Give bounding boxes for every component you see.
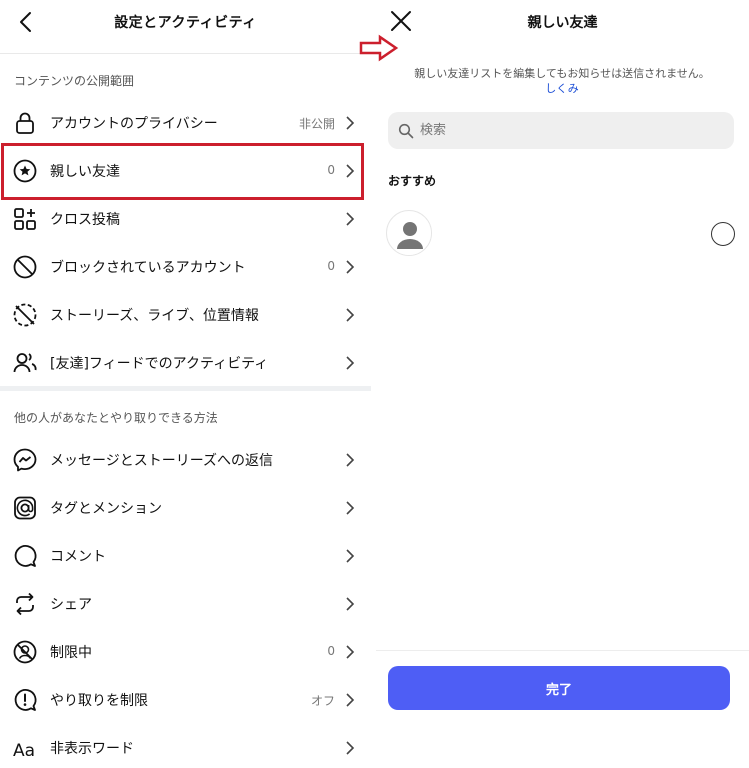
chevron-right-icon (346, 597, 355, 611)
settings-item-label: 制限中 (50, 645, 92, 661)
limit-icon (14, 689, 37, 711)
suggested-user-row[interactable] (376, 206, 749, 262)
close-friends-panel: 親しい友達 親しい友達リストを編集してもお知らせは送信されません。しくみ おすす… (376, 0, 749, 768)
settings-item-label: コメント (50, 549, 106, 565)
chevron-right-icon (346, 453, 355, 467)
settings-item-hidden-words[interactable]: Aa 非表示ワード (0, 724, 371, 768)
chevron-right-icon (346, 356, 355, 370)
messenger-icon (13, 448, 37, 472)
cross-post-icon (14, 208, 36, 230)
done-button[interactable]: 完了 (388, 666, 730, 710)
story-hide-icon (13, 303, 37, 327)
settings-item-cross-posting[interactable]: クロス投稿 (0, 195, 371, 243)
restrict-icon (13, 640, 37, 664)
arrow-right-icon (359, 34, 399, 62)
settings-header: 設定とアクティビティ (0, 0, 371, 44)
avatar (386, 210, 432, 256)
lock-icon (16, 112, 34, 134)
chevron-right-icon (346, 693, 355, 707)
settings-item-value: 0 (327, 644, 335, 658)
settings-item-label: アカウントのプライバシー (50, 116, 218, 132)
share-icon (16, 592, 34, 616)
chevron-right-icon (346, 501, 355, 515)
settings-item-label: ストーリーズ、ライブ、位置情報 (50, 308, 259, 324)
header-divider (0, 53, 371, 54)
settings-item-restricted[interactable]: 制限中 0 (0, 628, 371, 676)
settings-item-value: 0 (327, 163, 335, 177)
notice-text: 親しい友達リストを編集してもお知らせは送信されません。しくみ (412, 66, 712, 96)
settings-item-label: ブロックされているアカウント (50, 260, 246, 276)
chevron-right-icon (346, 164, 355, 178)
friends-icon (13, 353, 37, 373)
default-avatar-icon (388, 212, 431, 255)
settings-item-account-privacy[interactable]: アカウントのプライバシー 非公開 (0, 99, 371, 147)
settings-item-messages-story-replies[interactable]: メッセージとストーリーズへの返信 (0, 436, 371, 484)
block-icon (13, 255, 37, 279)
section-divider (0, 386, 371, 391)
chevron-right-icon (346, 308, 355, 322)
suggested-header: おすすめ (388, 174, 437, 188)
svg-text:Aa: Aa (13, 741, 35, 761)
bottom-divider (376, 650, 749, 651)
settings-panel: 設定とアクティビティ コンテンツの公開範囲 アカウントのプライバシー 非公開 親… (0, 0, 371, 768)
chevron-right-icon (346, 549, 355, 563)
settings-item-tags-mentions[interactable]: タグとメンション (0, 484, 371, 532)
select-radio[interactable] (711, 222, 735, 246)
chevron-right-icon (346, 260, 355, 274)
chevron-right-icon (346, 212, 355, 226)
settings-item-friends-feed-activity[interactable]: [友達]フィードでのアクティビティ (0, 339, 371, 387)
section-header-interactions: 他の人があなたとやり取りできる方法 (14, 411, 218, 425)
search-input[interactable] (420, 118, 720, 143)
page-title: 設定とアクティビティ (114, 15, 257, 31)
section-header-content-visibility: コンテンツの公開範囲 (14, 74, 135, 88)
chevron-right-icon (346, 645, 355, 659)
settings-item-value: 非公開 (298, 117, 335, 131)
settings-item-label: やり取りを制限 (50, 693, 148, 709)
settings-item-sharing[interactable]: シェア (0, 580, 371, 628)
settings-item-comments[interactable]: コメント (0, 532, 371, 580)
settings-item-label: クロス投稿 (50, 212, 120, 228)
search-bar[interactable] (388, 112, 734, 149)
page-title: 親しい友達 (527, 15, 598, 31)
star-circle-icon (13, 159, 37, 183)
chevron-right-icon (346, 741, 355, 755)
settings-item-value: オフ (310, 694, 335, 708)
settings-item-blocked-accounts[interactable]: ブロックされているアカウント 0 (0, 243, 371, 291)
notice-body: 親しい友達リストを編集してもお知らせは送信されません。 (414, 67, 710, 80)
settings-item-limit-interactions[interactable]: やり取りを制限 オフ (0, 676, 371, 724)
settings-item-label: 親しい友達 (50, 164, 120, 180)
search-icon (398, 123, 414, 139)
how-it-works-link[interactable]: しくみ (545, 82, 578, 95)
settings-item-label: シェア (50, 597, 92, 613)
settings-item-value: 0 (327, 259, 335, 273)
settings-item-label: [友達]フィードでのアクティビティ (50, 356, 269, 372)
settings-item-label: タグとメンション (50, 501, 162, 517)
hidden-words-icon: Aa (13, 741, 35, 761)
settings-item-close-friends[interactable]: 親しい友達 0 (0, 147, 371, 195)
settings-item-story-live-location[interactable]: ストーリーズ、ライブ、位置情報 (0, 291, 371, 339)
chevron-right-icon (346, 116, 355, 130)
settings-item-label: 非表示ワード (50, 741, 134, 757)
at-sign-icon (14, 496, 36, 520)
comment-icon (14, 545, 37, 567)
settings-item-label: メッセージとストーリーズへの返信 (50, 453, 274, 469)
